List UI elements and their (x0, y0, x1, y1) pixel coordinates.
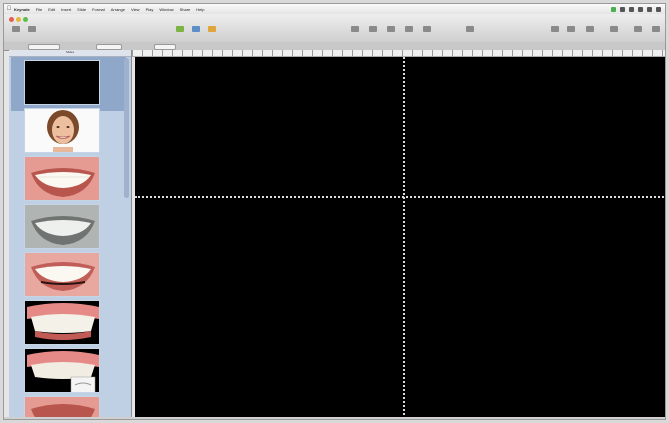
slide-thumbnail-1[interactable] (24, 60, 100, 105)
status-icons (611, 6, 665, 12)
menu-play[interactable]: Play (146, 7, 154, 12)
slide-thumbnail-4[interactable] (24, 204, 100, 249)
black-slide-image (25, 61, 99, 104)
inspector-icon (634, 26, 642, 32)
spotlight-icon[interactable] (656, 6, 661, 12)
portrait-image (25, 109, 99, 152)
shape-button[interactable] (385, 26, 397, 36)
zoom-button[interactable] (26, 26, 38, 36)
menu-window[interactable]: Window (159, 7, 173, 12)
teeth-with-inset-image (25, 349, 99, 392)
menu-insert[interactable]: Insert (61, 7, 71, 12)
menu-arrange[interactable]: Arrange (111, 7, 125, 12)
play-button[interactable] (174, 26, 186, 36)
comment-button[interactable] (421, 26, 433, 36)
animate-icon (586, 26, 594, 32)
vertical-alignment-guide (403, 57, 405, 419)
zoom-icon (28, 26, 36, 32)
zoom-window-button[interactable] (23, 17, 28, 22)
gear-icon (652, 26, 660, 32)
volume-icon[interactable] (629, 6, 634, 12)
menu-share[interactable]: Share (180, 7, 191, 12)
menu-help[interactable]: Help (196, 7, 204, 12)
slide-thumbnail-5[interactable] (24, 252, 100, 297)
slide-thumbnail-7[interactable] (24, 348, 100, 393)
horizontal-alignment-guide (135, 196, 665, 198)
horizontal-ruler (132, 50, 665, 57)
window-controls (9, 17, 28, 22)
menu-slide[interactable]: Slide (77, 7, 86, 12)
play-icon (176, 26, 184, 32)
keynote-live-button[interactable] (190, 26, 202, 36)
chart-icon (351, 26, 359, 32)
share-button[interactable] (464, 26, 476, 36)
shape-icon (387, 26, 395, 32)
teeth-closeup-image (25, 301, 99, 344)
navigator-header: Slides (9, 50, 131, 57)
media-button[interactable] (403, 26, 415, 36)
view-button[interactable] (10, 26, 22, 36)
format-button[interactable] (565, 26, 577, 36)
apple-menu-icon[interactable]:  (4, 6, 14, 12)
inspector-button[interactable] (632, 26, 644, 36)
tips-button[interactable] (549, 26, 561, 36)
animate-button[interactable] (584, 26, 596, 36)
text-button[interactable] (367, 26, 379, 36)
slide-thumbnail-6[interactable] (24, 300, 100, 345)
status-icon[interactable] (611, 6, 616, 12)
clock-icon[interactable] (647, 6, 652, 12)
toolbar (4, 14, 665, 43)
slide-canvas[interactable] (135, 57, 665, 419)
table-icon (208, 26, 216, 32)
settings-button[interactable] (650, 26, 662, 36)
minimize-window-button[interactable] (16, 17, 21, 22)
format-icon (567, 26, 575, 32)
slide-thumbnail-3[interactable] (24, 156, 100, 201)
slide-thumbnail-2[interactable] (24, 108, 100, 153)
close-window-button[interactable] (9, 17, 14, 22)
text-icon (369, 26, 377, 32)
media-icon (405, 26, 413, 32)
menu-format[interactable]: Format (92, 7, 105, 12)
window-bottom-edge (4, 417, 665, 419)
share-icon (466, 26, 474, 32)
comment-icon (423, 26, 431, 32)
document-button[interactable] (608, 26, 620, 36)
menu-file[interactable]: File (36, 7, 42, 12)
navigator-scrollbar[interactable] (124, 58, 129, 198)
smile-image (25, 157, 99, 200)
wifi-icon[interactable] (620, 6, 625, 12)
table-button[interactable] (206, 26, 218, 36)
view-icon (12, 26, 20, 32)
slide-thumbnail-8[interactable] (24, 396, 100, 417)
chart-button[interactable] (349, 26, 361, 36)
battery-icon[interactable] (638, 6, 643, 12)
document-icon (610, 26, 618, 32)
menu-app[interactable]: Keynote (14, 7, 30, 12)
smile-gray-image (25, 205, 99, 248)
keynote-live-icon (192, 26, 200, 32)
smile-image (25, 397, 99, 417)
slide-navigator: Slides (9, 50, 132, 417)
menu-edit[interactable]: Edit (48, 7, 55, 12)
menu-view[interactable]: View (131, 7, 140, 12)
smile-image (25, 253, 99, 296)
tips-icon (551, 26, 559, 32)
app-window:  Keynote File Edit Insert Slide Format … (3, 3, 666, 420)
